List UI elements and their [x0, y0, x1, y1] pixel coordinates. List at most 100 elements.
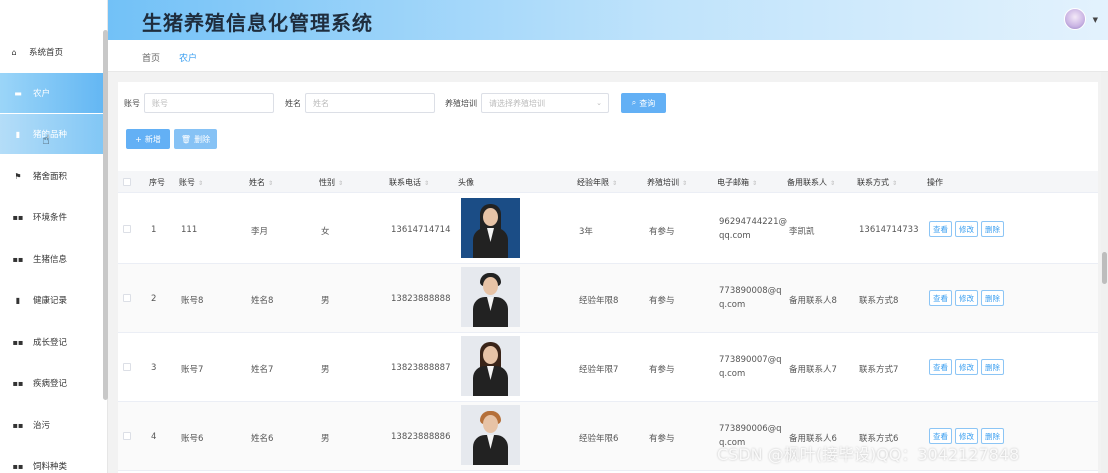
header-index: 序号 — [149, 178, 165, 187]
account-input[interactable]: 账号 — [144, 93, 274, 113]
view-button[interactable]: 查看 — [929, 290, 952, 306]
edit-button[interactable]: 修改 — [955, 359, 978, 375]
sidebar-item-label: 环境条件 — [33, 213, 68, 223]
table-row: 3 账号7 姓名7 男 13823888887 经验年限7 有参与 773890… — [118, 333, 1098, 402]
row-actions: 查看 修改 删除 — [929, 290, 1004, 306]
header-training[interactable]: 养殖培训 ⇕ — [647, 177, 687, 188]
cell-account: 111 — [181, 225, 198, 235]
cell-backup-contact: 备用联系人7 — [789, 365, 837, 375]
sidebar-item-pig-breed[interactable]: ▮ 猪的品种 — [0, 114, 106, 154]
select-all-checkbox[interactable] — [123, 178, 131, 186]
table-row: 2 账号8 姓名8 男 13823888888 经验年限8 有参与 773890… — [118, 264, 1098, 333]
cell-phone: 13823888888 — [391, 294, 451, 304]
cell-gender: 男 — [321, 365, 330, 375]
hand-cursor-icon: ☝ — [42, 133, 50, 148]
cell-name: 姓名7 — [251, 365, 274, 375]
avatar-photo — [461, 267, 520, 327]
sidebar-item-label: 疾病登记 — [33, 379, 68, 389]
cell-email: 96294744221@qq.com — [719, 217, 787, 241]
training-label: 养殖培训 — [445, 98, 477, 108]
cell-index: 4 — [151, 432, 157, 442]
row-checkbox[interactable] — [123, 294, 131, 302]
sidebar-item-pollution[interactable]: ▪▪ 治污 — [0, 405, 106, 445]
sidebar-item-growth[interactable]: ▪▪ 成长登记 — [0, 322, 106, 362]
sidebar-item-home[interactable]: ⌂ 系统首页 — [0, 32, 106, 72]
chevron-down-icon: ⌄ — [596, 99, 602, 107]
add-button[interactable]: + 新增 — [126, 129, 170, 149]
sidebar-item-label: 猪舍面积 — [33, 172, 68, 182]
sidebar-item-label: 饲料种类 — [33, 462, 68, 472]
delete-button[interactable]: 删除 — [981, 221, 1004, 237]
sidebar-item-pig-info[interactable]: ▪▪ 生猪信息 — [0, 239, 106, 279]
row-checkbox[interactable] — [123, 432, 131, 440]
cell-email: 773890007@qq.com — [719, 355, 782, 379]
add-button-label: 新增 — [144, 134, 161, 144]
cell-gender: 女 — [321, 227, 330, 237]
header-actions: 操作 — [927, 178, 943, 187]
sidebar-item-health-record[interactable]: ▮ 健康记录 — [0, 280, 106, 320]
training-search: 养殖培训 请选择养殖培训 ⌄ — [445, 93, 609, 113]
header-backup-contact[interactable]: 备用联系人 ⇕ — [787, 177, 835, 188]
cell-experience: 经验年限7 — [579, 365, 619, 375]
batch-delete-button[interactable]: 🗑 删除 — [174, 129, 217, 149]
cell-phone: 13823888887 — [391, 363, 451, 373]
cell-name: 李月 — [251, 227, 269, 237]
sidebar-item-pigsty-area[interactable]: ⚑ 猪舍面积 — [0, 156, 106, 196]
cell-phone: 13614714714 — [391, 225, 451, 235]
cell-backup-contact: 李凯凯 — [789, 227, 815, 237]
main-panel: 账号 账号 姓名 姓名 养殖培训 请选择养殖培训 ⌄ ⌕ 查询 + 新增 🗑 删… — [118, 82, 1098, 473]
header-account[interactable]: 账号 ⇕ — [179, 177, 203, 188]
query-button-label: 查询 — [639, 98, 656, 108]
view-button[interactable]: 查看 — [929, 359, 952, 375]
sidebar-item-environment[interactable]: ▪▪ 环境条件 — [0, 197, 106, 237]
account-label: 账号 — [124, 98, 140, 108]
grid-icon: ▪▪ — [12, 378, 24, 388]
avatar-photo — [461, 198, 520, 258]
table-row: 1 111 李月 女 13614714714 3年 有参与 9629474422… — [118, 195, 1098, 264]
row-checkbox[interactable] — [123, 363, 131, 371]
search-icon: ⌕ — [631, 98, 637, 107]
delete-button[interactable]: 删除 — [981, 359, 1004, 375]
delete-button[interactable]: 删除 — [981, 290, 1004, 306]
sidebar-item-disease[interactable]: ▪▪ 疾病登记 — [0, 363, 106, 403]
view-button[interactable]: 查看 — [929, 221, 952, 237]
cell-name: 姓名6 — [251, 434, 274, 444]
cell-contact: 联系方式7 — [859, 365, 899, 375]
cell-experience: 经验年限8 — [579, 296, 619, 306]
sidebar-scrollbar[interactable] — [103, 30, 108, 400]
grid-icon: ▪▪ — [12, 420, 24, 430]
header-gender[interactable]: 性别 ⇕ — [319, 177, 343, 188]
sidebar-item-label: 健康记录 — [33, 296, 68, 306]
account-search: 账号 账号 — [124, 93, 274, 113]
watermark: CSDN @枫叶(接毕设)QQ：3042127848 — [717, 445, 1020, 464]
avatar[interactable] — [1064, 8, 1086, 30]
sidebar-item-farmer[interactable]: ▬ 农户 — [0, 73, 106, 113]
trash-icon: 🗑 — [180, 134, 192, 144]
training-select[interactable]: 请选择养殖培训 ⌄ — [481, 93, 609, 113]
cell-training: 有参与 — [649, 434, 675, 444]
grid-icon: ▪▪ — [12, 461, 24, 471]
header-experience[interactable]: 经验年限 ⇕ — [577, 177, 617, 188]
chevron-down-icon[interactable]: ▼ — [1093, 16, 1098, 24]
breadcrumb-current: 农户 — [179, 54, 198, 64]
edit-button[interactable]: 修改 — [955, 290, 978, 306]
scrollbar-thumb[interactable] — [1102, 252, 1107, 284]
cell-contact: 13614714733 — [859, 225, 919, 235]
header-email[interactable]: 电子邮箱 ⇕ — [717, 177, 757, 188]
page-scrollbar[interactable] — [1101, 72, 1108, 473]
edit-button[interactable]: 修改 — [955, 221, 978, 237]
breadcrumb-home[interactable]: 首页 — [142, 51, 160, 64]
query-button[interactable]: ⌕ 查询 — [621, 93, 666, 113]
row-checkbox[interactable] — [123, 225, 131, 233]
cell-experience: 经验年限6 — [579, 434, 619, 444]
header-phone[interactable]: 联系电话 ⇕ — [389, 177, 429, 188]
cell-account: 账号6 — [181, 434, 204, 444]
delete-button-label: 删除 — [194, 134, 211, 144]
cell-name: 姓名8 — [251, 296, 274, 306]
user-card-icon: ▬ — [14, 88, 22, 98]
name-input[interactable]: 姓名 — [305, 93, 435, 113]
header-contact[interactable]: 联系方式 ⇕ — [857, 177, 897, 188]
sidebar-item-feed[interactable]: ▪▪ 饲料种类 — [0, 446, 106, 473]
sidebar: ⌂ 系统首页 ▬ 农户 ▮ 猪的品种 ⚑ 猪舍面积 ▪▪ 环境条件 ▪▪ 生猪信… — [0, 0, 108, 473]
header-name[interactable]: 姓名 ⇕ — [249, 177, 273, 188]
